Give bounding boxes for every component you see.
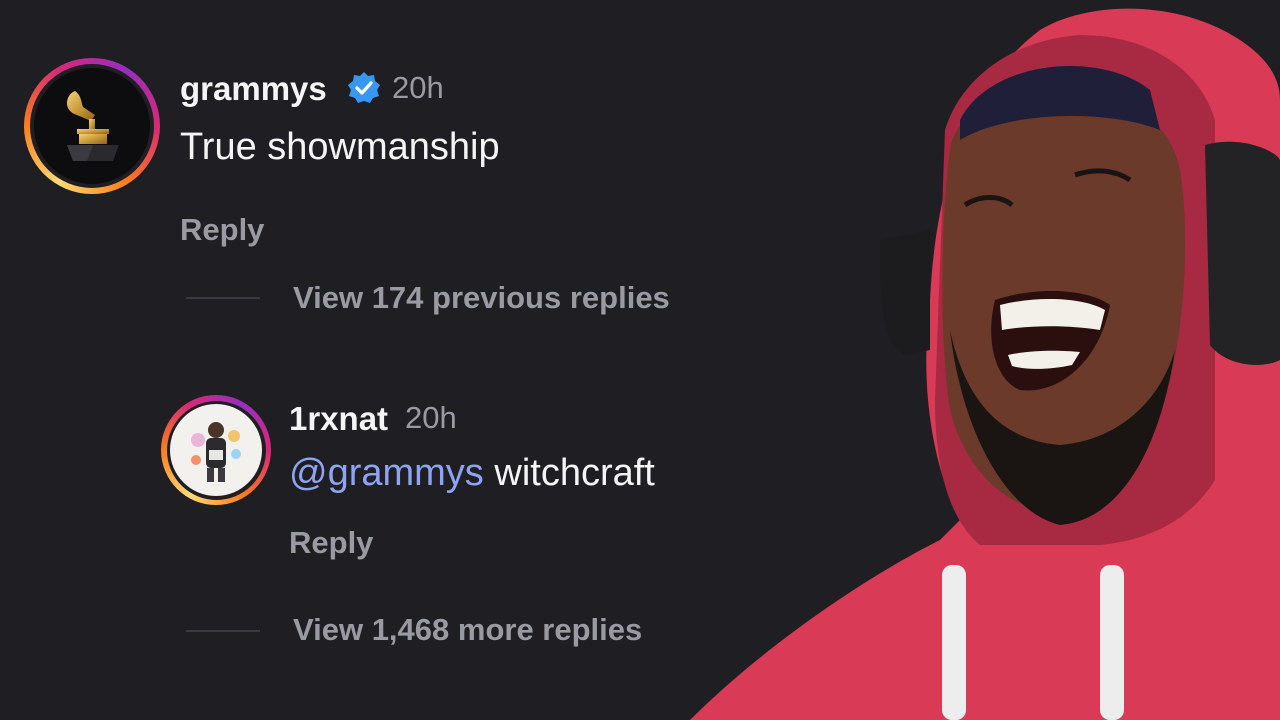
view-replies-divider	[186, 630, 260, 632]
reply-button[interactable]: Reply	[180, 212, 264, 248]
comment-username[interactable]: 1rxnat	[289, 400, 388, 438]
view-replies-divider	[186, 297, 260, 299]
gramophone-trophy-icon	[67, 91, 119, 161]
comment-thread-screen: grammys 20h True showmanship Reply View …	[0, 0, 1280, 720]
comment-timestamp: 20h	[392, 70, 444, 105]
comment-body-text: witchcraft	[483, 452, 655, 494]
comment-username[interactable]: grammys	[180, 70, 327, 108]
user-avatar[interactable]	[161, 395, 271, 505]
reply-button[interactable]: Reply	[289, 525, 373, 561]
cartoon-avatar-icon	[191, 422, 241, 482]
comment-timestamp: 20h	[405, 400, 457, 435]
view-more-replies-button[interactable]: View 1,468 more replies	[293, 612, 642, 648]
grammys-avatar[interactable]	[24, 58, 160, 194]
mention-link[interactable]: @grammys	[289, 452, 484, 494]
verified-badge-icon	[348, 72, 380, 103]
view-previous-replies-button[interactable]: View 174 previous replies	[293, 280, 670, 316]
comment-body: @grammys witchcraft	[289, 452, 655, 495]
comment-body: True showmanship	[180, 126, 500, 168]
